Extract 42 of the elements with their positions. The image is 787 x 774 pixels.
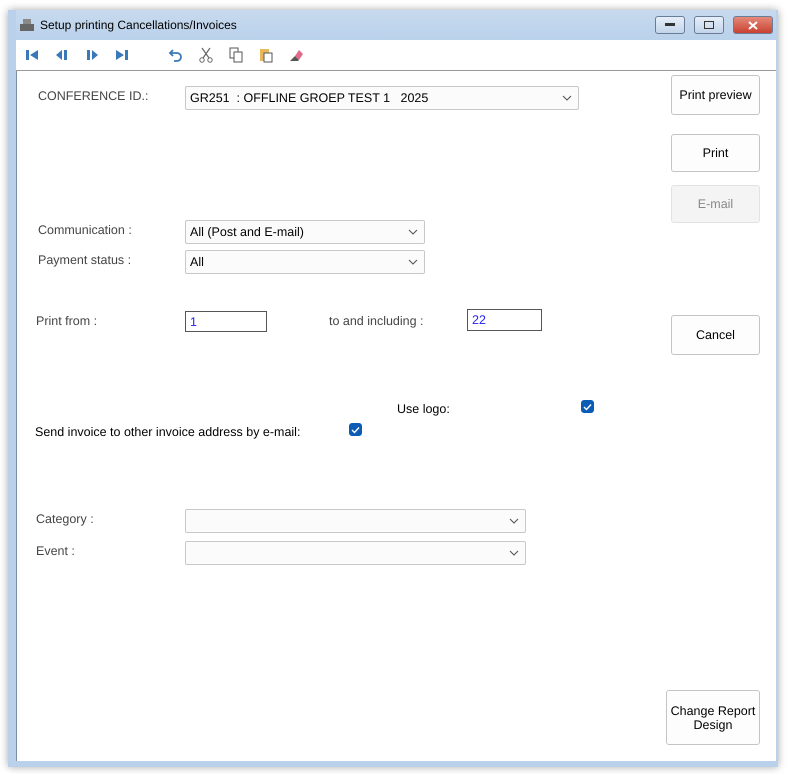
- action-button[interactable]: Cancel: [671, 315, 760, 355]
- dropdown[interactable]: All (Post and E-mail): [185, 220, 425, 244]
- field-label: Communication :: [38, 222, 133, 237]
- field-label: CONFERENCE ID.:: [38, 88, 150, 103]
- field-label: to and including :: [329, 313, 425, 328]
- change-report-design-button[interactable]: Change Report Design: [666, 690, 760, 745]
- paste-icon[interactable]: [258, 47, 274, 63]
- field-label: Payment status :: [38, 252, 132, 267]
- previous-record-icon[interactable]: [54, 47, 70, 63]
- copy-icon[interactable]: [228, 47, 244, 63]
- chevron-down-icon: [509, 550, 519, 556]
- field-label: Category :: [36, 511, 95, 526]
- close-button[interactable]: [733, 16, 773, 34]
- eraser-icon[interactable]: [288, 47, 304, 63]
- window-title: Setup printing Cancellations/Invoices: [40, 18, 238, 32]
- chevron-down-icon: [562, 95, 572, 101]
- first-record-icon[interactable]: [24, 47, 40, 63]
- last-record-icon[interactable]: [114, 47, 130, 63]
- input-field[interactable]: 1: [185, 311, 267, 332]
- chevron-down-icon: [408, 259, 418, 265]
- action-button[interactable]: Print preview: [671, 75, 760, 115]
- next-record-icon[interactable]: [84, 47, 100, 63]
- dropdown[interactable]: GR251 : OFFLINE GROEP TEST 1 2025: [185, 86, 579, 110]
- maximize-icon: [704, 21, 714, 29]
- field-label: Event :: [36, 543, 76, 558]
- checkbox[interactable]: [581, 400, 594, 413]
- field-label: Print from :: [36, 313, 98, 328]
- minimize-icon: [665, 23, 675, 27]
- chevron-down-icon: [408, 229, 418, 235]
- undo-icon[interactable]: [168, 47, 184, 63]
- maximize-button[interactable]: [694, 16, 724, 34]
- input-field[interactable]: 22: [467, 309, 542, 331]
- chevron-down-icon: [509, 518, 519, 524]
- minimize-button[interactable]: [655, 16, 685, 34]
- checkbox[interactable]: [349, 423, 362, 436]
- action-button[interactable]: Print: [671, 134, 760, 172]
- cut-icon[interactable]: [198, 47, 214, 63]
- printer-icon: [20, 19, 34, 31]
- checkbox-label: Use logo:: [397, 401, 451, 416]
- close-icon: [748, 20, 758, 30]
- checkbox-label: Send invoice to other invoice address by e-mail:: [35, 424, 302, 439]
- dropdown[interactable]: All: [185, 250, 425, 274]
